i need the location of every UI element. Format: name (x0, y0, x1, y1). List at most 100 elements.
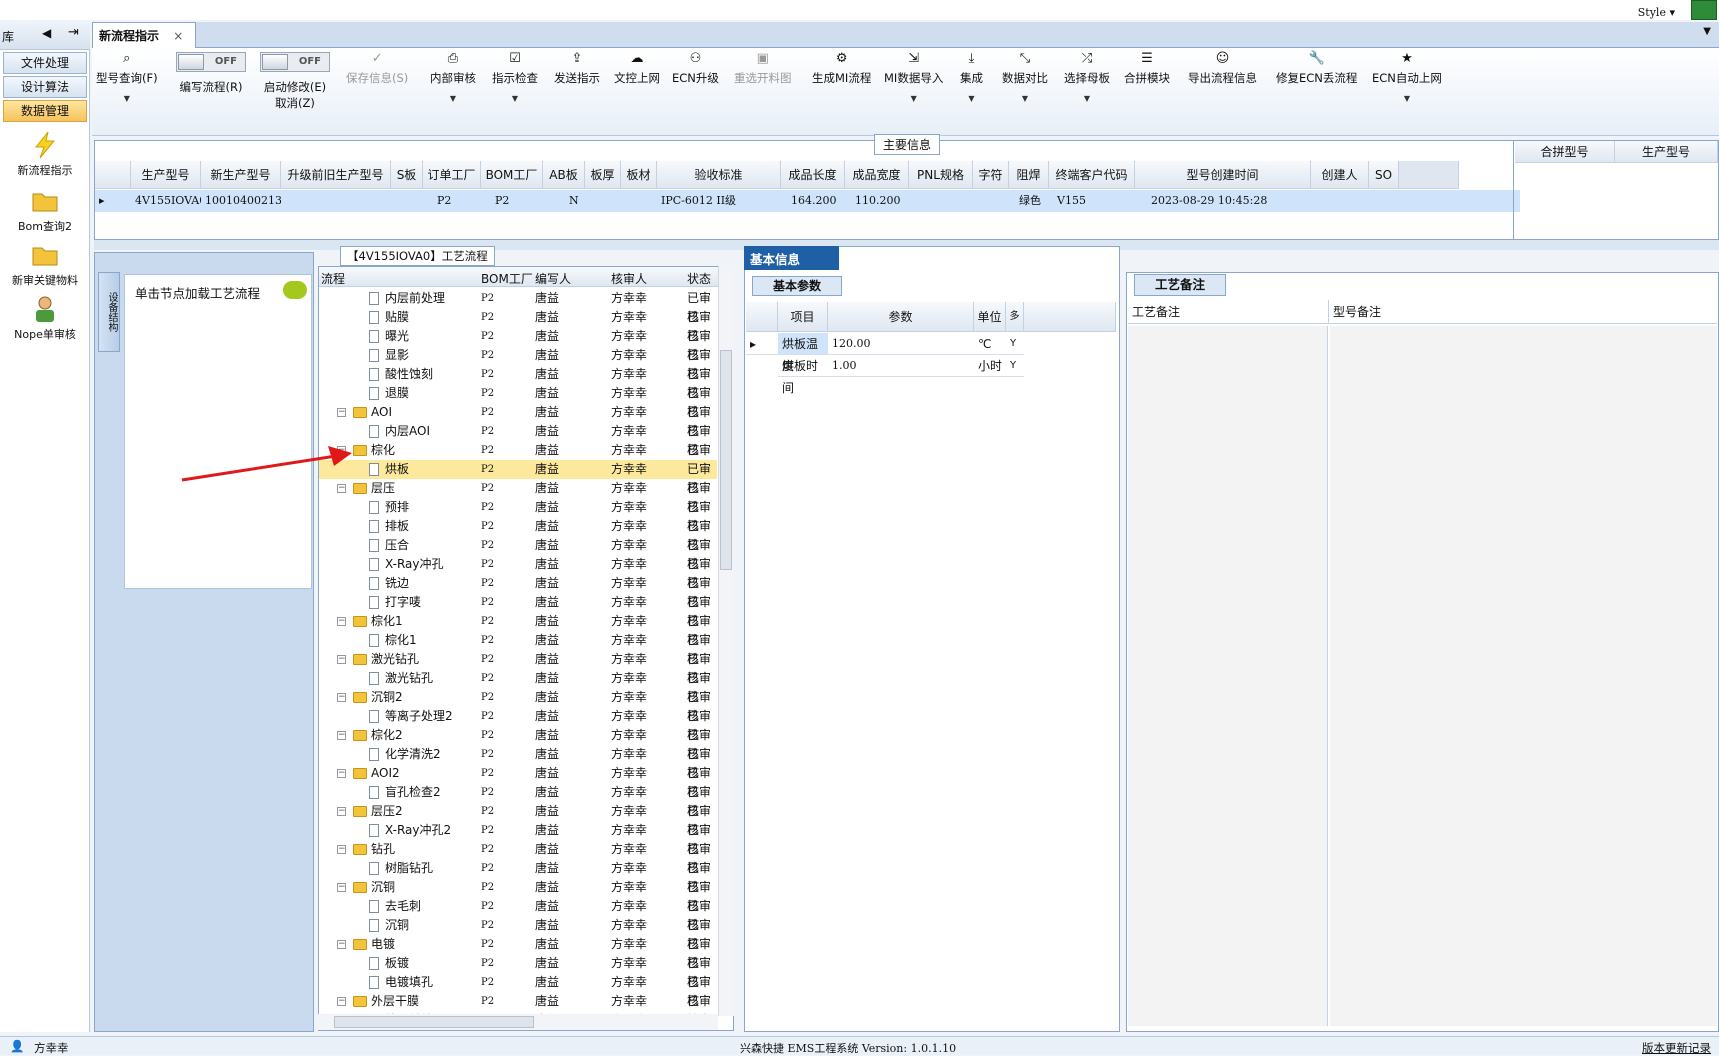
generate-mi-flow-button[interactable]: ⚙ 生成MI流程 (812, 52, 871, 86)
col-header[interactable]: 单位 (974, 302, 1006, 332)
cell-reviewer[interactable]: 方幸幸 (611, 840, 647, 859)
nav-new-flow[interactable]: 新流程指示 (0, 130, 90, 178)
col-header[interactable]: 型号备注 (1328, 300, 1717, 324)
tab-process-remark[interactable]: 工艺备注 (1134, 274, 1226, 296)
cell-bom-factory[interactable]: P2 (481, 935, 494, 954)
data-compare-button[interactable]: ⤡ 数据对比 ▼ (1002, 52, 1048, 104)
cell-reviewer[interactable]: 方幸幸 (611, 498, 647, 517)
cell-writer[interactable]: 唐益 (535, 460, 559, 479)
col-header[interactable]: S板 (391, 161, 423, 189)
col-header[interactable]: 验收标准 (657, 161, 781, 189)
param-flag[interactable]: Y (1006, 355, 1024, 377)
nav-exit-icon[interactable]: ⇥ (68, 25, 79, 40)
cell-reviewer[interactable]: 方幸幸 (611, 536, 647, 555)
cell-reviewer[interactable]: 方幸幸 (611, 308, 647, 327)
cell-bom-factory[interactable]: P2 (481, 479, 494, 498)
col-header[interactable]: 生产型号 (1615, 141, 1718, 163)
save-info-button[interactable]: ✓ 保存信息(S) (346, 52, 408, 86)
cell-reviewer[interactable]: 方幸幸 (611, 973, 647, 992)
cell-customer[interactable]: V155 (1053, 190, 1133, 212)
toggle-switch[interactable]: OFF (176, 52, 246, 72)
cell-writer[interactable]: 唐益 (535, 498, 559, 517)
tree-row[interactable]: 铣边 P2 唐益 方幸幸 已审核 (319, 574, 717, 609)
tree-row[interactable]: 激光钻孔 − P2 唐益 方幸幸 已审核 (319, 650, 717, 685)
col-header[interactable]: BOM工厂 (481, 270, 533, 287)
cell-writer[interactable]: 唐益 (535, 916, 559, 935)
col-header[interactable]: 升级前旧生产型号 (281, 161, 391, 189)
cell-writer[interactable]: 唐益 (535, 479, 559, 498)
cell-reviewer[interactable]: 方幸幸 (611, 726, 647, 745)
tree-row[interactable]: 棕化−P2唐益方幸幸已审核 (319, 441, 717, 476)
cell-solder[interactable]: 绿色 (1015, 190, 1049, 212)
tree-row[interactable]: 烘板 P2 唐益 方幸幸 已审核 (319, 460, 717, 495)
cell-writer[interactable]: 唐益 (535, 308, 559, 327)
cell-writer[interactable]: 唐益 (535, 840, 559, 859)
repair-ecn-button[interactable]: 🔧 修复ECN丢流程 (1276, 52, 1357, 86)
cell-writer[interactable]: 唐益 (535, 631, 559, 650)
collapse-icon[interactable]: − (337, 845, 346, 854)
tree-row[interactable]: 层压2− P2 唐益 方幸幸 已审核 (319, 802, 717, 837)
cell-writer[interactable]: 唐益 (535, 346, 559, 365)
cell-bom-factory[interactable]: P2 (481, 973, 494, 992)
col-header[interactable]: 板厚 (585, 161, 621, 189)
dropdown-arrow-icon[interactable]: ▼ (884, 94, 943, 103)
tree-row[interactable]: 棕化1− P2 唐益 方幸幸 已审核 (319, 612, 717, 647)
cell-reviewer[interactable]: 方幸幸 (611, 859, 647, 878)
cell-reviewer[interactable]: 方幸幸 (611, 327, 647, 346)
instruction-check-button[interactable]: ☑ 指示检查 ▼ (492, 52, 538, 104)
cell-writer[interactable]: 唐益 (535, 878, 559, 897)
tab-basic-params[interactable]: 基本参数 (752, 276, 842, 296)
internal-review-button[interactable]: ⎙ 内部审核 ▼ (430, 52, 476, 104)
col-header[interactable]: SO (1369, 161, 1399, 189)
col-header[interactable]: 工艺备注 (1128, 300, 1328, 324)
tree-row[interactable]: 等离子处理2 P2 唐益 方幸幸 已审核 (319, 707, 717, 742)
vertical-tab[interactable]: 设备结构 (98, 272, 120, 352)
send-instruction-button[interactable]: ⇪ 发送指示 (554, 52, 600, 86)
cell-bom-factory[interactable]: P2 (481, 612, 494, 631)
cell-bom-factory[interactable]: P2 (481, 555, 494, 574)
cell-bom-factory[interactable]: P2 (481, 365, 494, 384)
tab-close-icon[interactable]: × (173, 29, 183, 43)
cell-writer[interactable]: 唐益 (535, 821, 559, 840)
dropdown-arrow-icon[interactable]: ▼ (1002, 94, 1048, 103)
cell-writer[interactable]: 唐益 (535, 764, 559, 783)
ecn-upgrade-button[interactable]: ⚇ ECN升级 (672, 52, 719, 86)
cell-bom-factory[interactable]: P2 (481, 308, 494, 327)
cell-writer[interactable]: 唐益 (535, 897, 559, 916)
cell-writer[interactable]: 唐益 (535, 650, 559, 669)
model-remark-field[interactable] (1330, 326, 1717, 1026)
cell-standard[interactable]: IPC-6012 II级 (657, 190, 781, 212)
tree-row[interactable]: 内层前处理 P2 唐益 方幸幸 已审核 (319, 289, 717, 324)
reselect-cut-image-button[interactable]: ▣ 重选开料图 (734, 52, 792, 86)
collapse-icon[interactable]: − (337, 997, 346, 1006)
col-header[interactable]: 多 (1006, 302, 1024, 332)
cell-writer[interactable]: 唐益 (535, 593, 559, 612)
cell-writer[interactable]: 唐益 (535, 859, 559, 878)
cell-reviewer[interactable]: 方幸幸 (611, 346, 647, 365)
cell-writer[interactable]: 唐益 (535, 441, 559, 460)
tree-row[interactable]: 贴膜 P2 唐益 方幸幸 已审核 (319, 308, 717, 343)
cell-bom-factory[interactable]: P2 (481, 460, 494, 479)
cell-reviewer[interactable]: 方幸幸 (611, 422, 647, 441)
tree-row[interactable]: 沉铜2− P2 唐益 方幸幸 已审核 (319, 688, 717, 723)
tree-row[interactable]: AOI2− P2 唐益 方幸幸 已审核 (319, 764, 717, 799)
col-header[interactable]: 板材 (621, 161, 657, 189)
col-header[interactable]: 状态 (687, 270, 711, 287)
doc-online-button[interactable]: ☁ 文控上网 (614, 52, 660, 86)
flow-loader-box[interactable]: 单击节点加载工艺流程 (124, 274, 312, 589)
param-item[interactable]: 烘板温度 (778, 333, 828, 373)
mi-data-import-button[interactable]: ⇲ MI数据导入 ▼ (884, 52, 943, 104)
tree-row[interactable]: 棕化1 P2 唐益 方幸幸 已审核 (319, 631, 717, 666)
cell-bom-factory[interactable]: P2 (481, 327, 494, 346)
dropdown-arrow-icon[interactable]: ▼ (960, 94, 983, 103)
cell-bom-factory[interactable]: P2 (481, 802, 494, 821)
col-header[interactable]: 编写人 (535, 270, 571, 287)
tree-row[interactable]: 沉铜 P2 唐益 方幸幸 已审核 (319, 916, 717, 951)
toggle-switch[interactable]: OFF (260, 52, 330, 72)
cell-writer[interactable]: 唐益 (535, 935, 559, 954)
cell-bom-factory[interactable]: P2 (481, 384, 494, 403)
tree-scroll-thumb[interactable] (720, 350, 732, 570)
tree-row[interactable]: 化学清洗2 P2 唐益 方幸幸 已审核 (319, 745, 717, 780)
cell-reviewer[interactable]: 方幸幸 (611, 631, 647, 650)
param-unit[interactable]: ℃ (974, 333, 1006, 355)
